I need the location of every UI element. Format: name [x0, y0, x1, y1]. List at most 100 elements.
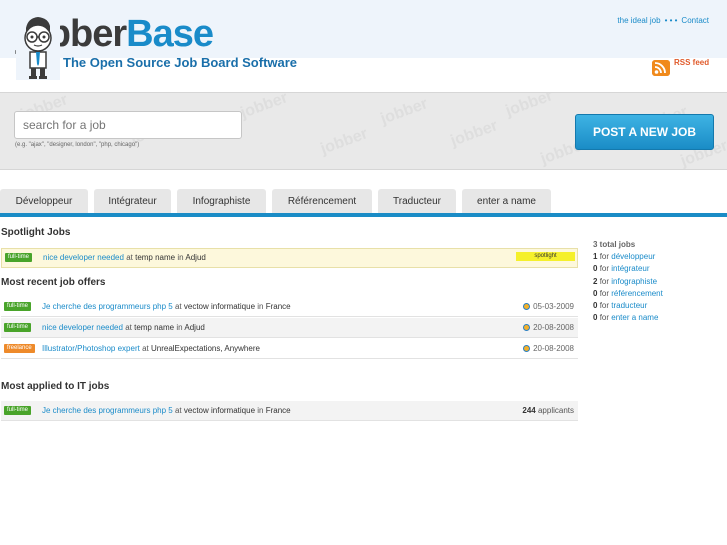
- site-header: jobberBase The Open Source Job Board Sof…: [0, 0, 727, 92]
- mascot-icon: [16, 14, 60, 80]
- job-type-badge: full-time: [4, 323, 32, 332]
- spotlight-tag: spotlight: [516, 252, 575, 261]
- sidebar-item-link[interactable]: développeur: [611, 252, 655, 261]
- watermark: jobber: [378, 95, 431, 128]
- rss-feed-link[interactable]: RSS feed: [652, 58, 712, 76]
- watermark: jobber: [503, 92, 556, 120]
- date-icon: [523, 303, 531, 310]
- company-name: vectow informatique: [183, 302, 256, 311]
- tabs-underline: [0, 213, 727, 217]
- job-type-badge: full-time: [4, 406, 32, 415]
- for-label: for: [599, 276, 610, 286]
- job-type-badge: freelance: [4, 344, 35, 353]
- sidebar-item-link[interactable]: référencement: [611, 289, 663, 298]
- applicants-count: 244: [522, 406, 536, 415]
- sidebar-item-enter-a-name: 0 for enter a name: [593, 312, 723, 324]
- job-title-link[interactable]: Je cherche des programmeurs php 5: [42, 302, 173, 311]
- search-band: jobber jobber jobber jobber jobber jobbe…: [0, 92, 727, 170]
- spotlight-row: full-time nice developer needed at temp …: [1, 248, 578, 268]
- at-label: at: [126, 253, 133, 262]
- for-label: for: [599, 264, 610, 274]
- spotlight-title: Spotlight Jobs: [1, 227, 71, 238]
- date-icon: [523, 345, 531, 352]
- rss-label: RSS feed: [674, 58, 710, 67]
- top-nav-separator: • • •: [664, 16, 678, 25]
- at-label: at: [125, 323, 132, 332]
- watermark: jobber: [448, 117, 501, 150]
- sidebar-item-link[interactable]: enter a name: [611, 313, 658, 322]
- job-title-link[interactable]: Illustrator/Photoshop expert: [42, 344, 140, 353]
- in-label: in: [176, 323, 183, 332]
- job-date: 20-08-2008: [533, 323, 574, 332]
- recent-jobs-title: Most recent job offers: [1, 277, 106, 288]
- sidebar-item-count: 0: [593, 301, 598, 311]
- date-icon: [523, 324, 531, 331]
- watermark: jobber: [238, 92, 291, 122]
- sidebar-item-count: 0: [593, 313, 598, 323]
- top-link-contact[interactable]: Contact: [681, 16, 709, 25]
- job-location: France: [265, 302, 291, 311]
- sidebar-item-referencement: 0 for référencement: [593, 288, 723, 300]
- job-location: Adjud: [184, 323, 205, 332]
- job-type-badge: full-time: [4, 302, 32, 311]
- watermark: jobber: [318, 125, 371, 158]
- sidebar-item-count: 2: [593, 276, 598, 286]
- job-row: freelance Illustrator/Photoshop expert a…: [1, 339, 578, 359]
- sidebar-item-link[interactable]: infographiste: [611, 277, 657, 286]
- job-title-link[interactable]: Je cherche des programmeurs php 5: [42, 406, 173, 415]
- search-hint: (e.g. "ajax", "designer, london", "php, …: [15, 142, 140, 148]
- tab-integrateur[interactable]: Intégrateur: [94, 189, 171, 213]
- search-input[interactable]: [14, 111, 242, 139]
- sidebar-item-count: 1: [593, 252, 598, 262]
- tab-traducteur[interactable]: Traducteur: [378, 189, 456, 213]
- for-label: for: [599, 288, 610, 298]
- sidebar-item-link[interactable]: traducteur: [611, 301, 647, 310]
- for-label: for: [599, 252, 610, 262]
- at-label: at: [174, 406, 182, 415]
- rss-icon: [652, 60, 670, 76]
- job-title-link[interactable]: nice developer needed: [43, 253, 124, 262]
- company-name: temp name: [134, 323, 175, 332]
- sidebar-item-infographiste: 2 for infographiste: [593, 276, 723, 288]
- at-label: at: [142, 344, 149, 353]
- post-new-job-button[interactable]: POST A NEW JOB: [575, 114, 714, 150]
- category-tabs: Développeur Intégrateur Infographiste Ré…: [0, 189, 727, 213]
- sidebar-item-traducteur: 0 for traducteur: [593, 300, 723, 312]
- site-tagline: The Open Source Job Board Software: [63, 55, 298, 70]
- total-jobs: 3 total jobs: [593, 240, 636, 249]
- top-nav: the ideal job • • • Contact: [617, 16, 709, 25]
- most-applied-title: Most applied to IT jobs: [1, 381, 110, 392]
- tab-developpeur[interactable]: Développeur: [0, 189, 88, 213]
- job-location: Anywhere: [224, 344, 260, 353]
- tab-referencement[interactable]: Référencement: [272, 189, 372, 213]
- sidebar-item-integrateur: 0 for intégrateur: [593, 263, 723, 275]
- job-location: Adjud: [185, 253, 206, 262]
- company-name: vectow informatique: [183, 406, 256, 415]
- sidebar-item-link[interactable]: intégrateur: [611, 264, 649, 273]
- for-label: for: [599, 301, 610, 311]
- in-label: in: [257, 406, 264, 415]
- job-row: full-time Je cherche des programmeurs ph…: [1, 297, 578, 317]
- job-date: 05-03-2009: [533, 302, 574, 311]
- for-label: for: [599, 313, 610, 323]
- job-type-badge: full-time: [5, 253, 33, 262]
- tab-enter-a-name[interactable]: enter a name: [462, 189, 551, 213]
- logo-text-blue: Base: [126, 13, 214, 55]
- sidebar-item-count: 0: [593, 264, 598, 274]
- at-label: at: [174, 302, 182, 311]
- in-label: in: [177, 253, 184, 262]
- sidebar-item-developpeur: 1 for développeur: [593, 251, 723, 263]
- company-name: temp name: [135, 253, 176, 262]
- sidebar-item-count: 0: [593, 288, 598, 298]
- in-label: in: [257, 302, 264, 311]
- company-name: UnrealExpectations,: [150, 344, 223, 353]
- tab-infographiste[interactable]: Infographiste: [177, 189, 266, 213]
- applicants-label: applicants: [537, 406, 574, 415]
- job-row: full-time Je cherche des programmeurs ph…: [1, 401, 578, 421]
- top-link-ideal-job[interactable]: the ideal job: [617, 16, 660, 25]
- job-location: France: [265, 406, 291, 415]
- job-row: full-time nice developer needed at temp …: [1, 318, 578, 338]
- job-date: 20-08-2008: [533, 344, 574, 353]
- job-title-link[interactable]: nice developer needed: [42, 323, 123, 332]
- category-sidebar: 3 total jobs 1 for développeur 0 for int…: [593, 239, 723, 324]
